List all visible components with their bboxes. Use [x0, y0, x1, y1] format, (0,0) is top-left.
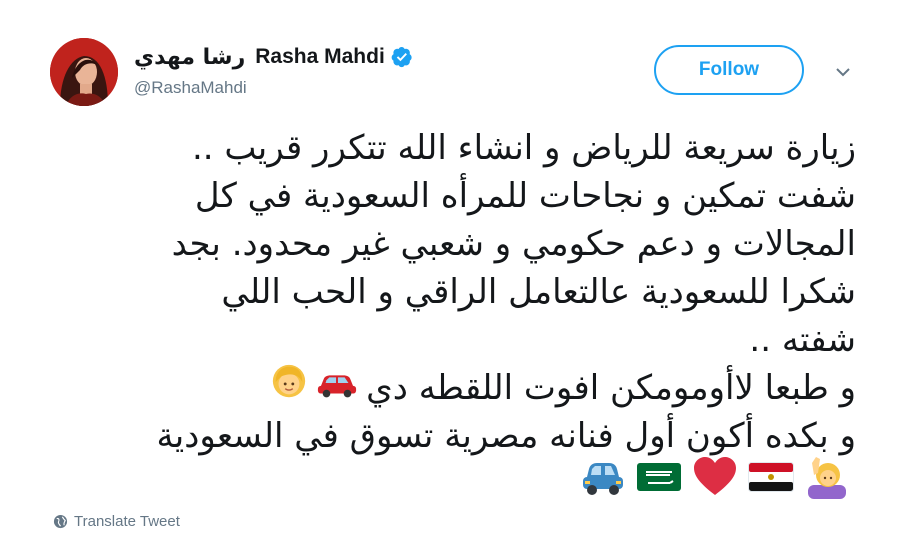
saudi-flag-emoji	[637, 463, 681, 491]
blue-car-emoji	[583, 463, 623, 495]
red-car-emoji	[316, 364, 358, 412]
verified-badge-icon	[391, 46, 413, 68]
translate-tweet-link[interactable]: Translate Tweet	[53, 513, 180, 530]
tweet-line: و طبعا لاأومومكن افوت اللقطه دي	[44, 364, 856, 412]
translate-tweet-label[interactable]: Translate Tweet	[74, 513, 180, 530]
egypt-flag-emoji	[748, 462, 794, 492]
globe-icon	[53, 514, 68, 529]
tweet-text: زيارة سريعة للرياض و انشاء الله تتكرر قر…	[44, 124, 857, 460]
user-names: رشا مهدي Rasha Mahdi @RashaMahdi	[134, 42, 413, 98]
avatar[interactable]	[50, 38, 118, 106]
chevron-down-icon[interactable]	[833, 62, 853, 82]
display-name-english[interactable]: Rasha Mahdi	[255, 45, 385, 69]
display-name-arabic[interactable]: رشا مهدي	[134, 45, 245, 70]
tweet-line: شفت تمكين و نجاحات للمرأه السعودية في كل	[194, 176, 856, 216]
woman-blond-emoji	[270, 363, 308, 414]
name-row[interactable]: رشا مهدي Rasha Mahdi	[134, 42, 413, 72]
tweet-line: المجالات و دعم حكومي و شعبي غير محدود. ب…	[171, 224, 856, 264]
emoji-row	[580, 454, 850, 500]
user-handle[interactable]: @RashaMahdi	[134, 78, 413, 98]
red-heart-emoji	[694, 457, 736, 495]
woman-raising-hand-emoji	[808, 457, 846, 499]
follow-button[interactable]: Follow	[654, 45, 804, 95]
tweet-line: زيارة سريعة للرياض و انشاء الله تتكرر قر…	[191, 128, 856, 168]
tweet-line: شفته ..	[749, 320, 856, 360]
tweet-line: و بكده أكون أول فنانه مصرية تسوق في السع…	[156, 416, 857, 456]
tweet-line: شكرا للسعودية عالتعامل الراقي و الحب الل…	[221, 272, 856, 312]
